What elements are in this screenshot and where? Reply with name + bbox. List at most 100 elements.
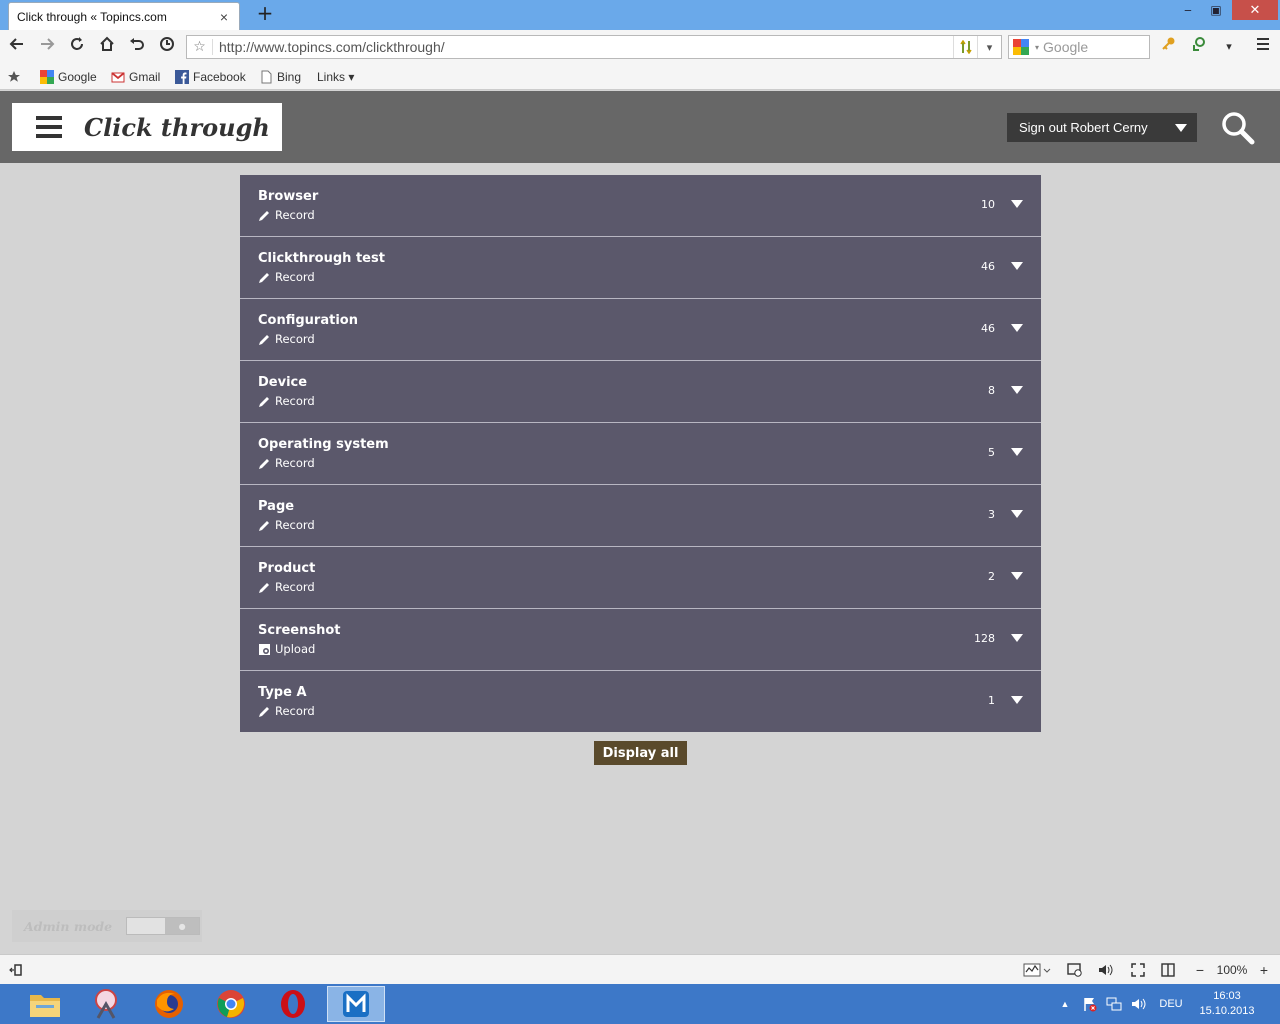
close-window-button[interactable]: ✕ bbox=[1232, 0, 1278, 20]
expand-icon[interactable] bbox=[1011, 386, 1023, 394]
browser-title-bar: Click through « Topincs.com × + ‒ ▣ ✕ bbox=[0, 0, 1280, 30]
bookmark-links-folder[interactable]: Links ▾ bbox=[317, 69, 354, 85]
list-item[interactable]: Configuration Record 46 bbox=[240, 299, 1041, 361]
speaker-icon[interactable] bbox=[1128, 984, 1148, 1024]
action-label: Record bbox=[275, 270, 315, 284]
system-clock[interactable]: 16:03 15.10.2013 bbox=[1194, 989, 1260, 1019]
list-item[interactable]: Operating system Record 5 bbox=[240, 423, 1041, 485]
tab-close-icon[interactable]: × bbox=[217, 9, 231, 25]
list-item[interactable]: Browser Record 10 bbox=[240, 175, 1041, 237]
browser-tab[interactable]: Click through « Topincs.com × bbox=[8, 2, 240, 30]
minimize-button[interactable]: ‒ bbox=[1176, 0, 1200, 20]
list-item[interactable]: Clickthrough test Record 46 bbox=[240, 237, 1041, 299]
search-icon[interactable] bbox=[1218, 109, 1258, 149]
zoom-level[interactable]: 100% bbox=[1212, 962, 1252, 978]
upload-link[interactable]: Upload bbox=[258, 642, 315, 656]
record-link[interactable]: Record bbox=[258, 394, 315, 408]
pencil-icon bbox=[259, 334, 269, 345]
bookmark-star-icon[interactable]: ☆ bbox=[187, 39, 213, 55]
network-icon[interactable] bbox=[1104, 984, 1124, 1024]
bookmark-label: Facebook bbox=[193, 70, 246, 84]
screenshot-icon[interactable] bbox=[1066, 962, 1084, 978]
expand-icon[interactable] bbox=[1011, 200, 1023, 208]
item-name[interactable]: Operating system bbox=[258, 437, 389, 452]
admin-mode-toggle[interactable]: ● bbox=[126, 917, 201, 935]
url-dropdown-icon[interactable]: ▾ bbox=[977, 36, 1001, 58]
record-link[interactable]: Record bbox=[258, 580, 315, 594]
maximize-button[interactable]: ▣ bbox=[1204, 0, 1228, 20]
record-link[interactable]: Record bbox=[258, 208, 315, 222]
item-name[interactable]: Clickthrough test bbox=[258, 251, 385, 266]
forward-icon[interactable] bbox=[36, 36, 58, 58]
snipping-tool-icon[interactable] bbox=[78, 986, 136, 1022]
address-bar[interactable]: ☆ http://www.topincs.com/clickthrough/ ▾ bbox=[186, 35, 1002, 59]
item-name[interactable]: Browser bbox=[258, 189, 318, 204]
file-explorer-icon[interactable] bbox=[16, 986, 74, 1022]
home-icon[interactable] bbox=[96, 36, 118, 58]
expand-icon[interactable] bbox=[1011, 510, 1023, 518]
item-name[interactable]: Screenshot bbox=[258, 623, 341, 638]
bookmark-bing[interactable]: Bing bbox=[259, 69, 301, 85]
expand-icon[interactable] bbox=[1011, 696, 1023, 704]
record-link[interactable]: Record bbox=[258, 456, 315, 470]
language-indicator[interactable]: DEU bbox=[1154, 984, 1188, 1024]
item-name[interactable]: Device bbox=[258, 375, 307, 390]
list-item[interactable]: Product Record 2 bbox=[240, 547, 1041, 609]
tray-expand-icon[interactable]: ▲ bbox=[1058, 984, 1072, 1024]
history-icon[interactable] bbox=[156, 36, 178, 58]
list-item[interactable]: Page Record 3 bbox=[240, 485, 1041, 547]
favorites-star-icon[interactable] bbox=[7, 69, 21, 85]
item-name[interactable]: Product bbox=[258, 561, 315, 576]
record-link[interactable]: Record bbox=[258, 270, 315, 284]
toolbar-dropdown-icon[interactable]: ▾ bbox=[1218, 36, 1240, 58]
fullscreen-icon[interactable] bbox=[1129, 962, 1147, 978]
expand-icon[interactable] bbox=[1011, 572, 1023, 580]
bookmark-google[interactable]: Google bbox=[40, 69, 97, 85]
firefox-icon[interactable] bbox=[140, 986, 198, 1022]
list-item[interactable]: Type A Record 1 bbox=[240, 671, 1041, 732]
sidebar-toggle-icon[interactable] bbox=[8, 962, 24, 978]
item-name[interactable]: Page bbox=[258, 499, 294, 514]
zoom-in-button[interactable]: + bbox=[1256, 962, 1272, 978]
hamburger-menu-icon[interactable] bbox=[36, 116, 62, 138]
reload-icon[interactable] bbox=[66, 36, 88, 58]
engine-dropdown-icon[interactable]: ▾ bbox=[1035, 43, 1039, 52]
rss-icon[interactable] bbox=[953, 36, 977, 58]
item-name[interactable]: Configuration bbox=[258, 313, 358, 328]
item-count: 46 bbox=[981, 322, 995, 335]
zoom-out-button[interactable]: − bbox=[1192, 962, 1208, 978]
record-link[interactable]: Record bbox=[258, 332, 315, 346]
signout-dropdown[interactable]: Sign out Robert Cerny bbox=[1007, 113, 1197, 142]
expand-icon[interactable] bbox=[1011, 448, 1023, 456]
new-tab-button[interactable]: + bbox=[254, 2, 276, 24]
search-engine-box[interactable]: ▾ Google bbox=[1008, 35, 1150, 59]
list-item[interactable]: Screenshot Upload 128 bbox=[240, 609, 1041, 671]
search-input[interactable]: Google bbox=[1043, 39, 1088, 55]
item-name[interactable]: Type A bbox=[258, 685, 307, 700]
action-center-icon[interactable] bbox=[1080, 984, 1100, 1024]
url-text[interactable]: http://www.topincs.com/clickthrough/ bbox=[213, 39, 953, 55]
network-monitor-icon[interactable] bbox=[1022, 962, 1052, 978]
volume-icon[interactable] bbox=[1096, 962, 1114, 978]
opera-icon[interactable] bbox=[264, 986, 322, 1022]
split-view-icon[interactable] bbox=[1159, 962, 1177, 978]
chrome-icon[interactable] bbox=[202, 986, 260, 1022]
back-icon[interactable] bbox=[6, 36, 28, 58]
site-logo[interactable]: Click through bbox=[12, 103, 282, 151]
bookmark-facebook[interactable]: Facebook bbox=[175, 69, 246, 85]
expand-icon[interactable] bbox=[1011, 324, 1023, 332]
action-label: Record bbox=[275, 518, 315, 532]
menu-icon[interactable] bbox=[1252, 36, 1274, 58]
display-all-button[interactable]: Display all bbox=[594, 741, 687, 765]
expand-icon[interactable] bbox=[1011, 634, 1023, 642]
list-item[interactable]: Device Record 8 bbox=[240, 361, 1041, 423]
maxthon-icon[interactable] bbox=[327, 986, 385, 1022]
bookmark-label: Bing bbox=[277, 70, 302, 84]
record-link[interactable]: Record bbox=[258, 518, 315, 532]
undo-icon[interactable] bbox=[126, 36, 148, 58]
expand-icon[interactable] bbox=[1011, 262, 1023, 270]
key-icon[interactable] bbox=[1158, 36, 1180, 58]
bookmark-gmail[interactable]: Gmail bbox=[111, 69, 160, 85]
download-icon[interactable] bbox=[1188, 36, 1210, 58]
record-link[interactable]: Record bbox=[258, 704, 315, 718]
